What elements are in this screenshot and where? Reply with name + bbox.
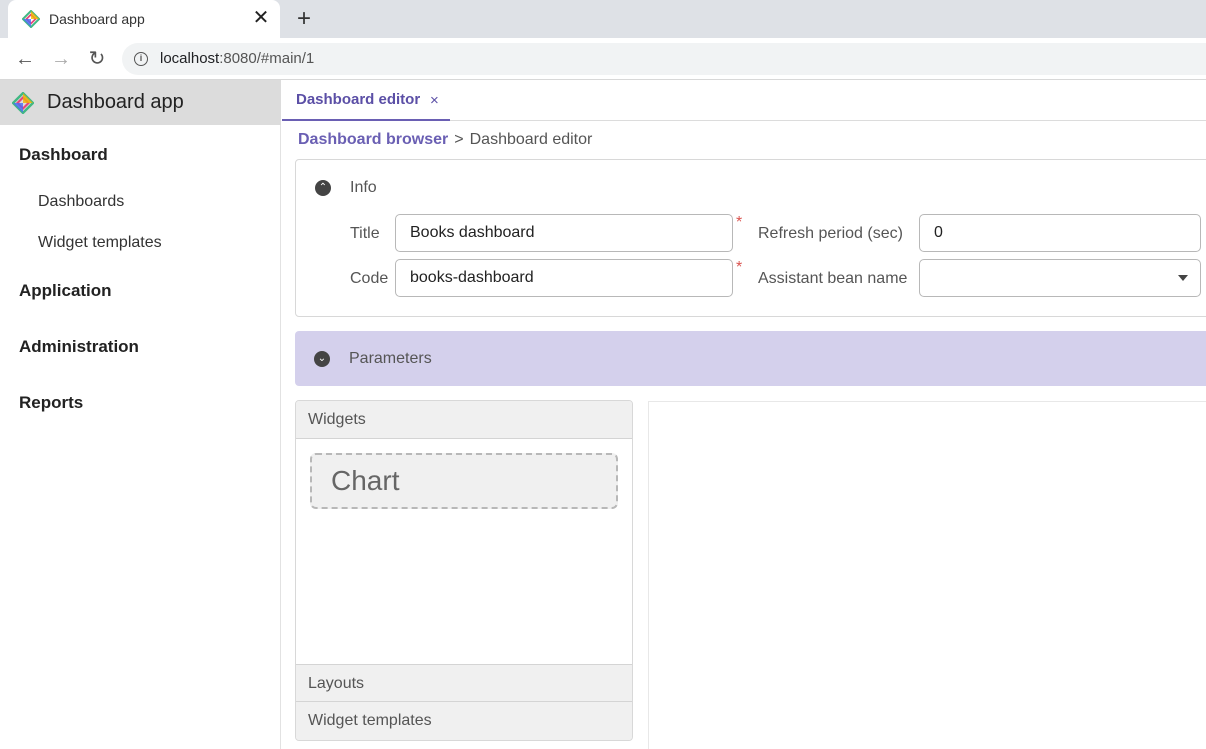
breadcrumb-separator: > xyxy=(454,131,464,148)
assistant-bean-label: Assistant bean name xyxy=(758,270,908,287)
plus-icon[interactable]: + xyxy=(292,6,316,32)
caret-down-icon[interactable] xyxy=(1178,275,1188,281)
dashboard-canvas[interactable] xyxy=(648,401,1206,749)
sidebar-header: Dashboard app xyxy=(0,80,281,125)
forward-arrow-icon[interactable]: → xyxy=(47,45,75,73)
chevron-down-icon[interactable]: ⌄ xyxy=(314,351,330,367)
sidebar-item-administration[interactable]: Administration xyxy=(19,337,139,357)
chevron-up-icon[interactable]: ⌃ xyxy=(315,180,331,196)
address-bar[interactable]: i localhost:8080/#main/1 xyxy=(122,43,1206,75)
sidebar-item-dashboards[interactable]: Dashboards xyxy=(38,193,124,211)
sidebar: Dashboard app Dashboard Dashboards Widge… xyxy=(0,80,281,749)
url-text: localhost:8080/#main/1 xyxy=(160,50,314,67)
required-mark: * xyxy=(736,214,743,231)
close-icon[interactable]: × xyxy=(430,92,439,109)
refresh-period-label: Refresh period (sec) xyxy=(758,225,903,242)
chart-widget-tile[interactable]: Chart xyxy=(310,453,618,509)
browser-tab-strip: Dashboard app ✕ + xyxy=(0,0,1206,38)
title-label: Title xyxy=(350,225,380,242)
info-panel-title[interactable]: Info xyxy=(350,179,377,197)
widget-templates-header[interactable]: Widget templates xyxy=(296,702,632,740)
app-title: Dashboard app xyxy=(47,91,184,113)
layouts-header[interactable]: Layouts xyxy=(296,664,632,702)
breadcrumb-current: Dashboard editor xyxy=(469,131,593,148)
info-icon[interactable]: i xyxy=(134,52,148,66)
tab-label: Dashboard editor xyxy=(296,91,421,108)
required-mark: * xyxy=(736,259,743,276)
browser-toolbar: ← → ↻ i localhost:8080/#main/1 xyxy=(0,38,1206,80)
back-arrow-icon[interactable]: ← xyxy=(11,45,39,73)
title-field[interactable]: Books dashboard xyxy=(395,214,733,252)
code-field[interactable]: books-dashboard xyxy=(395,259,733,297)
jmix-logo-icon xyxy=(12,92,34,114)
sidebar-item-reports[interactable]: Reports xyxy=(19,393,83,413)
reload-icon[interactable]: ↻ xyxy=(83,45,111,73)
close-icon[interactable]: ✕ xyxy=(251,6,271,30)
assistant-bean-select[interactable] xyxy=(919,259,1201,297)
jmix-logo-icon xyxy=(22,10,40,28)
parameters-panel[interactable]: ⌄ Parameters xyxy=(295,331,1206,386)
url-host: localhost xyxy=(160,50,220,67)
sidebar-item-dashboard[interactable]: Dashboard xyxy=(19,145,108,165)
url-path: :8080/#main/1 xyxy=(219,50,315,67)
breadcrumb: Dashboard browser > Dashboard editor xyxy=(298,131,592,149)
sidebar-item-application[interactable]: Application xyxy=(19,281,112,301)
info-panel: ⌃ Info Title Books dashboard * Refresh p… xyxy=(295,159,1206,317)
widget-palette: Widgets Chart Layouts Widget templates xyxy=(295,400,633,741)
tab-dashboard-editor[interactable]: Dashboard editor × xyxy=(282,80,450,121)
browser-tab[interactable]: Dashboard app ✕ xyxy=(8,0,280,38)
parameters-panel-title[interactable]: Parameters xyxy=(349,350,432,368)
refresh-period-field[interactable]: 0 xyxy=(919,214,1201,252)
sidebar-item-widget-templates[interactable]: Widget templates xyxy=(38,234,162,252)
browser-tab-title: Dashboard app xyxy=(49,11,145,27)
main-tab-bar: Dashboard editor × xyxy=(282,80,1206,121)
widgets-header[interactable]: Widgets xyxy=(296,401,632,439)
breadcrumb-link-dashboard-browser[interactable]: Dashboard browser xyxy=(298,131,448,148)
code-label: Code xyxy=(350,270,389,287)
